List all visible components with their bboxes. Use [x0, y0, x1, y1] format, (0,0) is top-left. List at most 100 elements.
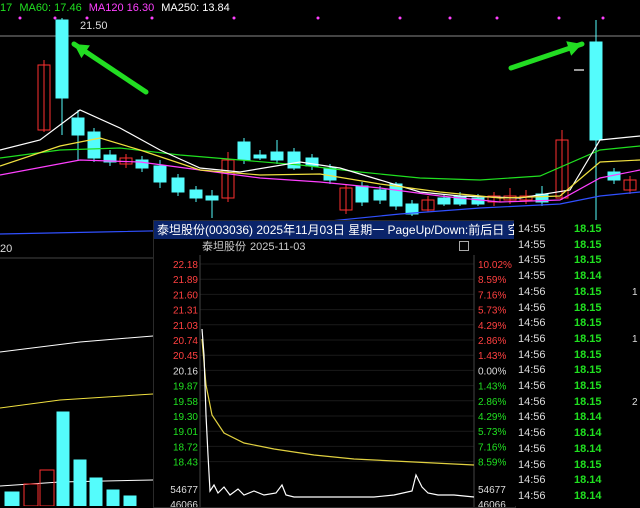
price-axis-label: 19.01 [173, 427, 198, 438]
tick-row: 14:55 18.14 [514, 269, 640, 284]
tick-time: 14:56 [518, 380, 546, 392]
candle-body [237, 141, 251, 161]
tick-price: 18.14 [574, 489, 602, 502]
tick-price: 18.15 [574, 395, 602, 408]
pct-axis-label: 4.29% [478, 321, 506, 332]
tick-time: 14:55 [518, 254, 546, 267]
marker-dot [448, 16, 452, 20]
tick-price: 18.14 [574, 442, 602, 455]
tick-row: 14:56 18.15 1 [514, 285, 640, 300]
pct-axis-label: 2.86% [478, 397, 506, 408]
volume-bar [56, 411, 70, 506]
marker-dot [18, 16, 22, 20]
tick-time: 14:56 [518, 364, 546, 377]
tick-row: 14:55 18.15 [514, 253, 640, 268]
candle-body [287, 151, 301, 169]
tick-row: 14:56 18.14 [514, 410, 640, 425]
tick-time: 14:56 [518, 411, 546, 424]
price-axis-label: 19.87 [173, 382, 198, 393]
pct-axis-label: 4.29% [478, 412, 506, 423]
volume-bar [73, 459, 87, 506]
marker-dot [150, 16, 154, 20]
candle-body [270, 151, 284, 161]
tick-price: 18.15 [574, 332, 602, 345]
tick-row: 14:56 18.15 [514, 348, 640, 363]
popup-title[interactable]: 泰坦股份(003036) 2025年11月03日 星期一 PageUp/Down… [154, 221, 515, 239]
pct-axis-label: 5.73% [478, 306, 506, 317]
intraday-popup[interactable]: 泰坦股份(003036) 2025年11月03日 星期一 PageUp/Down… [153, 220, 516, 508]
candle-body [135, 159, 149, 169]
tick-time: 14:56 [518, 301, 546, 314]
candle-body [253, 154, 267, 159]
tick-time: 14:56 [518, 474, 546, 487]
tick-time: 14:56 [518, 317, 546, 330]
tick-row: 14:56 18.14 [514, 442, 640, 457]
pct-axis-label: 1.43% [478, 351, 506, 362]
volume-label: 54677 [170, 485, 198, 496]
high-price-label: 21.50 [80, 20, 108, 32]
indicator-line [0, 393, 154, 409]
tick-row: 14:56 18.14 [514, 489, 640, 504]
candle-body [55, 19, 69, 99]
price-line [201, 328, 475, 498]
pct-axis-label: 8.59% [478, 458, 506, 469]
price-axis-label: 20.16 [173, 366, 198, 377]
candle-body [323, 167, 337, 181]
pct-axis-label: 8.59% [478, 275, 506, 286]
candle-body [153, 165, 167, 183]
stock-name: 泰坦股份 [202, 241, 246, 253]
candle-body [87, 131, 101, 159]
tick-price: 18.15 [574, 348, 602, 361]
tick-price: 18.14 [574, 474, 602, 487]
tick-time: 14:55 [518, 238, 546, 251]
tick-row: 14:56 18.15 [514, 363, 640, 378]
tick-mark: 1 [632, 286, 638, 298]
price-axis-label: 21.60 [173, 290, 198, 301]
tick-row: 14:56 18.15 [514, 379, 640, 394]
tick-row: 14:56 18.15 1 [514, 332, 640, 347]
candle-body [373, 189, 387, 201]
pct-axis-label: 2.86% [478, 336, 506, 347]
pct-axis-label: 1.43% [478, 382, 506, 393]
tick-price: 18.15 [574, 380, 602, 392]
tick-time: 14:56 [518, 442, 546, 455]
pct-axis-label: 10.02% [478, 260, 512, 271]
marker-dot [557, 16, 561, 20]
tick-price: 18.15 [574, 254, 602, 267]
popup-date: 2025-11-03 [250, 241, 306, 253]
popup-toggle-icon[interactable] [459, 241, 469, 251]
tick-price: 18.15 [574, 223, 602, 235]
candle-body [71, 117, 85, 136]
marker-dot [495, 16, 499, 20]
volume-bar [123, 495, 137, 506]
volume-bar [106, 489, 120, 506]
marker-dot [53, 16, 57, 20]
tick-list[interactable]: 14:55 18.15 14:55 18.15 14:55 18.15 14:55 18.14… [514, 220, 640, 506]
candle-body [389, 183, 403, 207]
candle-body [589, 41, 603, 141]
tick-price: 18.15 [574, 364, 602, 377]
ma-label: 17 [0, 2, 13, 14]
pct-axis-label: 0.00% [478, 366, 506, 377]
volume-bar [39, 469, 55, 506]
tick-price: 18.15 [574, 238, 602, 251]
intraday-chart[interactable]: 22.18 10.02% 21.89 8.59% 21.60 7.16% 21.31 5.73… [154, 255, 515, 507]
tick-row: 14:56 18.15 2 [514, 395, 640, 410]
tick-time: 14:56 [518, 332, 546, 345]
ma-legend: 17 MA60: 17.46 MA120 16.30 MA250: 13.84 [0, 0, 640, 16]
marker-dot [398, 16, 402, 20]
tick-row: 14:55 18.15 [514, 238, 640, 253]
tick-price: 18.14 [574, 270, 602, 283]
price-axis-label: 22.18 [173, 260, 198, 271]
price-axis-label: 21.89 [173, 275, 198, 286]
ma60-label: MA60: 17.46 [19, 2, 82, 14]
candle-body [189, 189, 203, 199]
volume-bar [4, 491, 20, 506]
tick-price: 18.15 [574, 458, 602, 471]
price-axis-label: 18.43 [173, 458, 198, 469]
popup-subheader: 泰坦股份 2025-11-03 [154, 239, 515, 255]
volume-bar [23, 483, 39, 506]
volume-label: 54677 [478, 485, 506, 496]
tick-price: 18.15 [574, 317, 602, 330]
tick-time: 14:56 [518, 458, 546, 471]
